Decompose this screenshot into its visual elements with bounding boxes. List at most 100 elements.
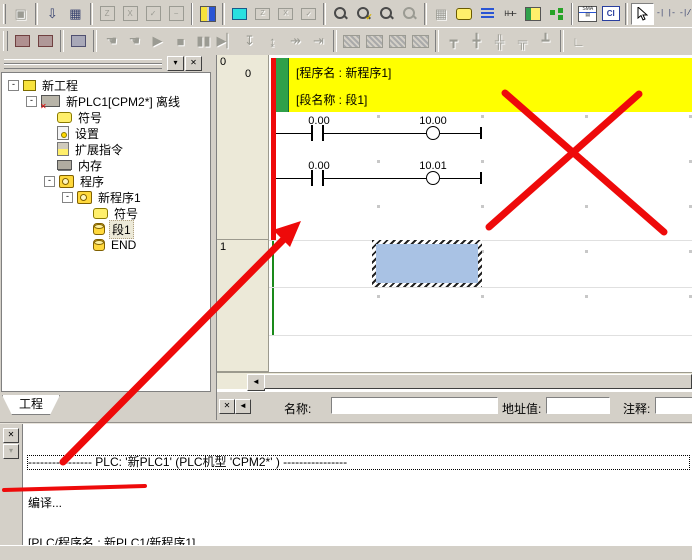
force-cancel-icon[interactable]: [386, 30, 409, 52]
differentiate-up-icon[interactable]: ╋: [465, 30, 488, 52]
debug-mode-icon[interactable]: ☚: [123, 30, 146, 52]
step-into-icon[interactable]: ↧: [238, 30, 261, 52]
tree-item-program1[interactable]: -新程序1: [62, 189, 143, 205]
step-run-icon[interactable]: ▶▏: [215, 30, 238, 52]
program-mode-icon[interactable]: ☚: [100, 30, 123, 52]
force-off-icon[interactable]: [363, 30, 386, 52]
toolbar-grip[interactable]: [3, 4, 6, 24]
tree-item-symbols[interactable]: 符号: [57, 109, 104, 125]
coil-operand[interactable]: 10.00: [411, 115, 455, 127]
step-out-icon[interactable]: ↨: [261, 30, 284, 52]
coil-order-icon[interactable]: [522, 3, 545, 25]
tree-item-section1[interactable]: 段1: [93, 221, 134, 237]
output-close-button[interactable]: ✕: [3, 428, 19, 443]
toolbar-separator: [424, 3, 427, 25]
differential-monitor-icon[interactable]: [409, 30, 432, 52]
coil-operand[interactable]: 10.01: [411, 160, 455, 172]
project-tree: -新工程 -新PLC1[CPM2*] 离线 符号 设置 扩展指令 内存 -程序 …: [1, 72, 211, 392]
selected-cell[interactable]: [372, 240, 482, 287]
rung-wrap-icon[interactable]: [196, 3, 219, 25]
page-z-icon[interactable]: Z: [96, 3, 119, 25]
set-bit-icon[interactable]: ╦: [511, 30, 534, 52]
rung-margin-0[interactable]: 0 0: [217, 55, 269, 240]
view-diagram-icon[interactable]: ▣: [9, 3, 32, 25]
zoom-select-icon[interactable]: [329, 3, 352, 25]
collapse-icon[interactable]: -: [62, 192, 73, 203]
output-line[interactable]: 编译...: [28, 497, 690, 510]
contact-symbol[interactable]: [311, 125, 313, 141]
scan-run-icon[interactable]: ⇥: [307, 30, 330, 52]
project-icon: [23, 80, 36, 91]
window-z-icon[interactable]: Z: [251, 3, 274, 25]
page-check-icon[interactable]: ✓: [142, 3, 165, 25]
panel-close-button[interactable]: ✕: [185, 56, 202, 71]
show-comments-icon[interactable]: [453, 3, 476, 25]
output-line[interactable]: ---------------- PLC: '新PLC1' (PLC机型 'CP…: [27, 455, 690, 470]
watch-close-button[interactable]: ✕: [219, 399, 235, 414]
set-value-icon[interactable]: ┳: [442, 30, 465, 52]
tree-item-programs[interactable]: -程序: [44, 173, 106, 189]
tree-item-project[interactable]: -新工程: [8, 77, 80, 93]
contact-symbol[interactable]: [311, 170, 313, 186]
window-x-icon[interactable]: X: [274, 3, 297, 25]
work-online-icon[interactable]: [11, 30, 34, 52]
watch-back-button[interactable]: ◄: [235, 399, 251, 414]
comment-field[interactable]: [655, 397, 692, 414]
collapse-icon[interactable]: -: [8, 80, 19, 91]
page-minus-icon[interactable]: −: [165, 3, 188, 25]
contact-no-icon[interactable]: -| |-: [654, 3, 677, 25]
scrollbar-thumb[interactable]: [264, 374, 692, 389]
contact-operand[interactable]: 0.00: [297, 115, 341, 127]
tree-item-plc[interactable]: -新PLC1[CPM2*] 离线: [26, 93, 182, 109]
continuous-step-icon[interactable]: ↠: [284, 30, 307, 52]
monitor-icon[interactable]: [67, 30, 90, 52]
ladder-editor[interactable]: 0 0 1 [程序名 : 新程序1] [段名称 : 段1] 0.00 10.00: [216, 55, 692, 420]
tree-item-expansion[interactable]: 扩展指令: [57, 141, 125, 157]
watch-window-icon[interactable]: [228, 3, 251, 25]
coil-symbol[interactable]: [426, 171, 440, 185]
compile-output-text[interactable]: ---------------- PLC: '新PLC1' (PLC机型 'CP…: [28, 429, 690, 560]
window-check-icon[interactable]: ✓: [297, 3, 320, 25]
tree-item-settings[interactable]: 设置: [57, 125, 101, 141]
connect-line-icon[interactable]: ∟: [567, 30, 590, 52]
address-field[interactable]: [546, 397, 610, 414]
panel-grabber[interactable]: [4, 64, 162, 69]
ladder-hscrollbar[interactable]: ◄: [217, 372, 692, 389]
zoom-out-icon[interactable]: [375, 3, 398, 25]
toolbar-grip[interactable]: [3, 31, 8, 51]
differentiate-down-icon[interactable]: ╬: [488, 30, 511, 52]
contact-operand[interactable]: 0.00: [297, 160, 341, 172]
rung-comment-header[interactable]: [程序名 : 新程序1] [段名称 : 段1]: [276, 58, 692, 112]
run-mode-icon[interactable]: ▶: [146, 30, 169, 52]
coil-symbol[interactable]: [426, 126, 440, 140]
zoom-fit-icon[interactable]: [398, 3, 421, 25]
ci-instruction-icon[interactable]: CI: [599, 3, 622, 25]
reset-bit-icon[interactable]: ┻: [534, 30, 557, 52]
tree-item-end[interactable]: END: [93, 237, 138, 253]
force-on-icon[interactable]: [340, 30, 363, 52]
contact-nc-icon[interactable]: -|/|-: [677, 3, 692, 25]
io-comment-icon[interactable]: H⊣⊢: [499, 3, 522, 25]
select-mode-icon[interactable]: [631, 3, 654, 25]
compile-program-icon[interactable]: ▦: [64, 3, 87, 25]
block-hierarchy-icon[interactable]: [545, 3, 568, 25]
page-x-icon[interactable]: X: [119, 3, 142, 25]
zoom-in-icon[interactable]: ✓: [352, 3, 375, 25]
toolbar-separator: [560, 30, 564, 52]
collapse-icon[interactable]: -: [44, 176, 55, 187]
panel-menu-button[interactable]: ▾: [167, 56, 184, 71]
rung-margin-1[interactable]: 1: [217, 240, 269, 372]
collapse-icon[interactable]: -: [26, 96, 37, 107]
stop-icon[interactable]: ■: [169, 30, 192, 52]
rung-comment-list-icon[interactable]: [476, 3, 499, 25]
output-scroll-button[interactable]: ▾: [3, 444, 19, 459]
sma-address-icon[interactable]: SMA▤: [576, 3, 599, 25]
tree-item-memory[interactable]: 内存: [57, 157, 104, 173]
tab-project[interactable]: 工程: [2, 395, 60, 415]
name-field[interactable]: [331, 397, 498, 414]
download-layers-icon[interactable]: ⇩: [41, 3, 64, 25]
pause-icon[interactable]: ▮▮: [192, 30, 215, 52]
scroll-left-button[interactable]: ◄: [247, 374, 265, 391]
grid-icon[interactable]: ▦: [430, 3, 453, 25]
auto-online-icon[interactable]: [34, 30, 57, 52]
